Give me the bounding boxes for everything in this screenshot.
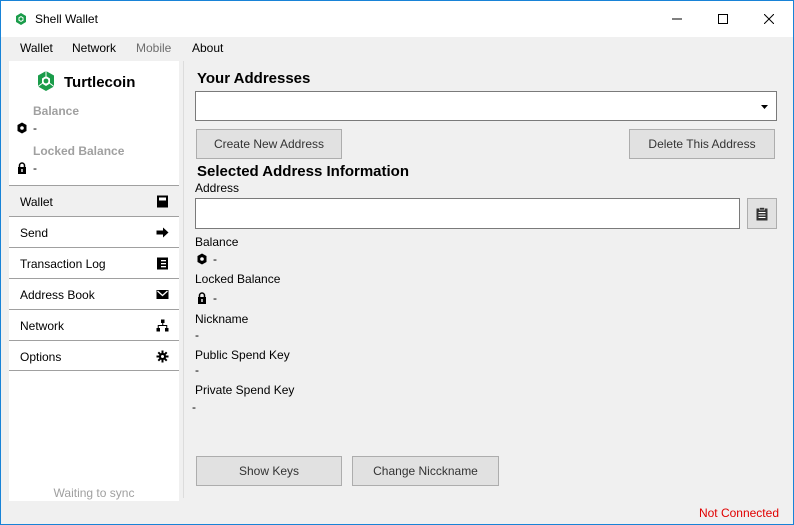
private-spend-key-value: - — [192, 400, 196, 414]
status-bar: Not Connected — [1, 501, 793, 524]
sidebar-balance-label: Balance — [33, 104, 80, 118]
coin-icon — [197, 253, 207, 265]
create-address-button[interactable]: Create New Address — [196, 129, 342, 159]
arrow-right-icon — [156, 227, 169, 238]
sidebar-locked-value: - — [33, 161, 37, 175]
turtle-shell-icon — [16, 13, 26, 25]
sidebar-item-address-book[interactable]: Address Book — [9, 278, 179, 309]
envelope-icon — [156, 290, 169, 299]
sidebar: Turtlecoin Balance - Locked Balance - Wa… — [9, 61, 179, 518]
calculator-icon — [157, 195, 168, 208]
sidebar-item-label: Transaction Log — [20, 257, 106, 271]
sync-status-text: Waiting to sync — [53, 486, 135, 500]
nickname-label: Nickname — [195, 312, 249, 326]
selected-address-info-title: Selected Address Information — [197, 163, 409, 180]
sidebar-item-network[interactable]: Network — [9, 309, 179, 340]
private-spend-key-label: Private Spend Key — [195, 383, 295, 397]
maximize-button[interactable] — [700, 1, 746, 37]
address-select[interactable] — [195, 91, 777, 121]
title-bar: Shell Wallet — [1, 1, 793, 37]
nickname-value: - — [195, 328, 199, 342]
turtlecoin-logo-icon — [37, 71, 55, 91]
close-icon — [764, 14, 774, 24]
copy-address-button[interactable] — [747, 198, 777, 229]
lock-icon — [198, 292, 206, 304]
menu-about[interactable]: About — [192, 41, 223, 55]
public-spend-key-value: - — [195, 363, 199, 377]
sidebar-item-options[interactable]: Options — [9, 340, 179, 371]
window-title: Shell Wallet — [35, 12, 98, 26]
menu-wallet[interactable]: Wallet — [20, 41, 53, 55]
minimize-button[interactable] — [654, 1, 700, 37]
coin-icon — [17, 122, 27, 134]
network-icon — [156, 319, 169, 332]
sidebar-item-wallet[interactable]: Wallet — [9, 185, 179, 216]
main-panel: Your Addresses Create New Address Delete… — [183, 61, 785, 498]
sidebar-item-label: Address Book — [20, 288, 95, 302]
sidebar-item-label: Send — [20, 226, 49, 240]
ledger-icon — [157, 257, 168, 270]
your-addresses-title: Your Addresses — [197, 70, 311, 87]
menu-network[interactable]: Network — [72, 41, 116, 55]
app-window: Shell Wallet Wallet Network Mobile About… — [0, 0, 794, 525]
sidebar-item-label: Network — [20, 319, 65, 333]
gear-icon — [156, 350, 169, 363]
lock-icon — [18, 162, 26, 174]
chevron-down-icon[interactable] — [758, 100, 771, 113]
sidebar-item-transaction-log[interactable]: Transaction Log — [9, 247, 179, 278]
balance-value: - — [213, 252, 217, 266]
public-spend-key-label: Public Spend Key — [195, 348, 290, 362]
minimize-icon — [672, 18, 682, 20]
menu-mobile[interactable]: Mobile — [136, 41, 171, 55]
show-keys-button[interactable]: Show Keys — [196, 456, 342, 486]
brand-name: Turtlecoin — [64, 74, 136, 91]
change-nickname-button[interactable]: Change Niccknаme — [352, 456, 499, 486]
address-label: Address — [195, 181, 240, 195]
sidebar-nav: Wallet Send Transaction Log Address Book… — [9, 185, 179, 371]
clipboard-icon — [756, 206, 768, 220]
delete-address-button[interactable]: Delete This Address — [629, 129, 775, 159]
sidebar-item-label: Wallet — [20, 195, 53, 209]
connection-status: Not Connected — [698, 506, 779, 520]
sidebar-locked-label: Locked Balance — [33, 144, 125, 158]
sidebar-balance-value: - — [33, 121, 37, 135]
menu-bar: Wallet Network Mobile About — [1, 37, 793, 59]
sidebar-item-send[interactable]: Send — [9, 216, 179, 247]
address-field[interactable] — [195, 198, 740, 229]
locked-balance-value: - — [213, 291, 217, 305]
balance-label: Balance — [195, 235, 239, 249]
locked-balance-label: Locked Balance — [195, 272, 281, 286]
maximize-icon — [718, 14, 728, 24]
close-button[interactable] — [746, 1, 792, 37]
sidebar-item-label: Options — [20, 350, 62, 364]
